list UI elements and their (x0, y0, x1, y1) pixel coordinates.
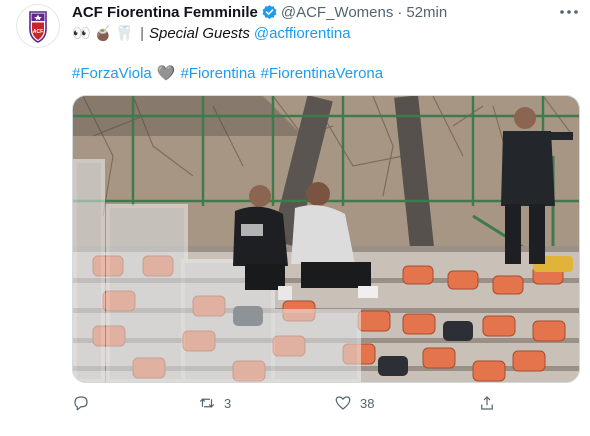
verified-badge-icon (262, 4, 277, 19)
eyes-emoji: 👀 (72, 25, 91, 42)
tweet-header: ACF Fiorentina Femminile @ACF_Womens · 5… (72, 2, 447, 22)
like-count: 38 (360, 395, 375, 411)
tweet-actions: 3 38 (72, 393, 578, 413)
tooth-emoji: 🦷 (115, 25, 135, 42)
retweet-button[interactable]: 3 (198, 393, 231, 413)
author-name[interactable]: ACF Fiorentina Femminile (72, 4, 258, 21)
share-icon (481, 396, 493, 410)
retweet-count: 3 (224, 395, 232, 411)
like-button[interactable]: 38 (334, 393, 374, 413)
text-separator: | (140, 24, 144, 42)
more-options-button[interactable] (557, 3, 581, 21)
heart-emoji: 🩶 (156, 65, 176, 82)
hashtag-fiorentinaverona[interactable]: #FiorentinaVerona (261, 65, 384, 82)
hashtag-forzaviola[interactable]: #ForzaViola (72, 65, 152, 82)
share-button[interactable] (478, 393, 496, 413)
hashtag-fiorentina[interactable]: #Fiorentina (180, 65, 255, 82)
tweet-hashtags: #ForzaViola 🩶 #Fiorentina #FiorentinaVer… (72, 63, 383, 83)
like-icon (335, 396, 351, 410)
header-separator: · (397, 3, 403, 21)
stadium-stands-photo (73, 96, 579, 382)
reply-icon (74, 396, 88, 411)
special-guests-text: Special Guests (148, 24, 250, 42)
svg-text:ACF: ACF (33, 29, 43, 35)
more-options-icon (560, 10, 578, 14)
tweet-text-line-1: 👀 🧉 🦷 | Special Guests @acffiorentina (72, 23, 351, 43)
reply-button[interactable] (72, 393, 90, 413)
author-avatar[interactable]: ACF (16, 4, 60, 48)
author-handle[interactable]: @ACF_Womens (281, 4, 393, 21)
tweet-card: ACF ACF Fiorentina Femminile @ACF_Womens… (0, 0, 590, 436)
tweet-photo[interactable] (72, 95, 580, 383)
mate-emoji: 🧉 (93, 25, 113, 42)
mention-link[interactable]: @acffiorentina (254, 25, 351, 42)
tweet-timestamp[interactable]: 52min (406, 4, 447, 21)
fiorentina-logo: ACF (29, 11, 47, 43)
retweet-icon (199, 398, 215, 408)
